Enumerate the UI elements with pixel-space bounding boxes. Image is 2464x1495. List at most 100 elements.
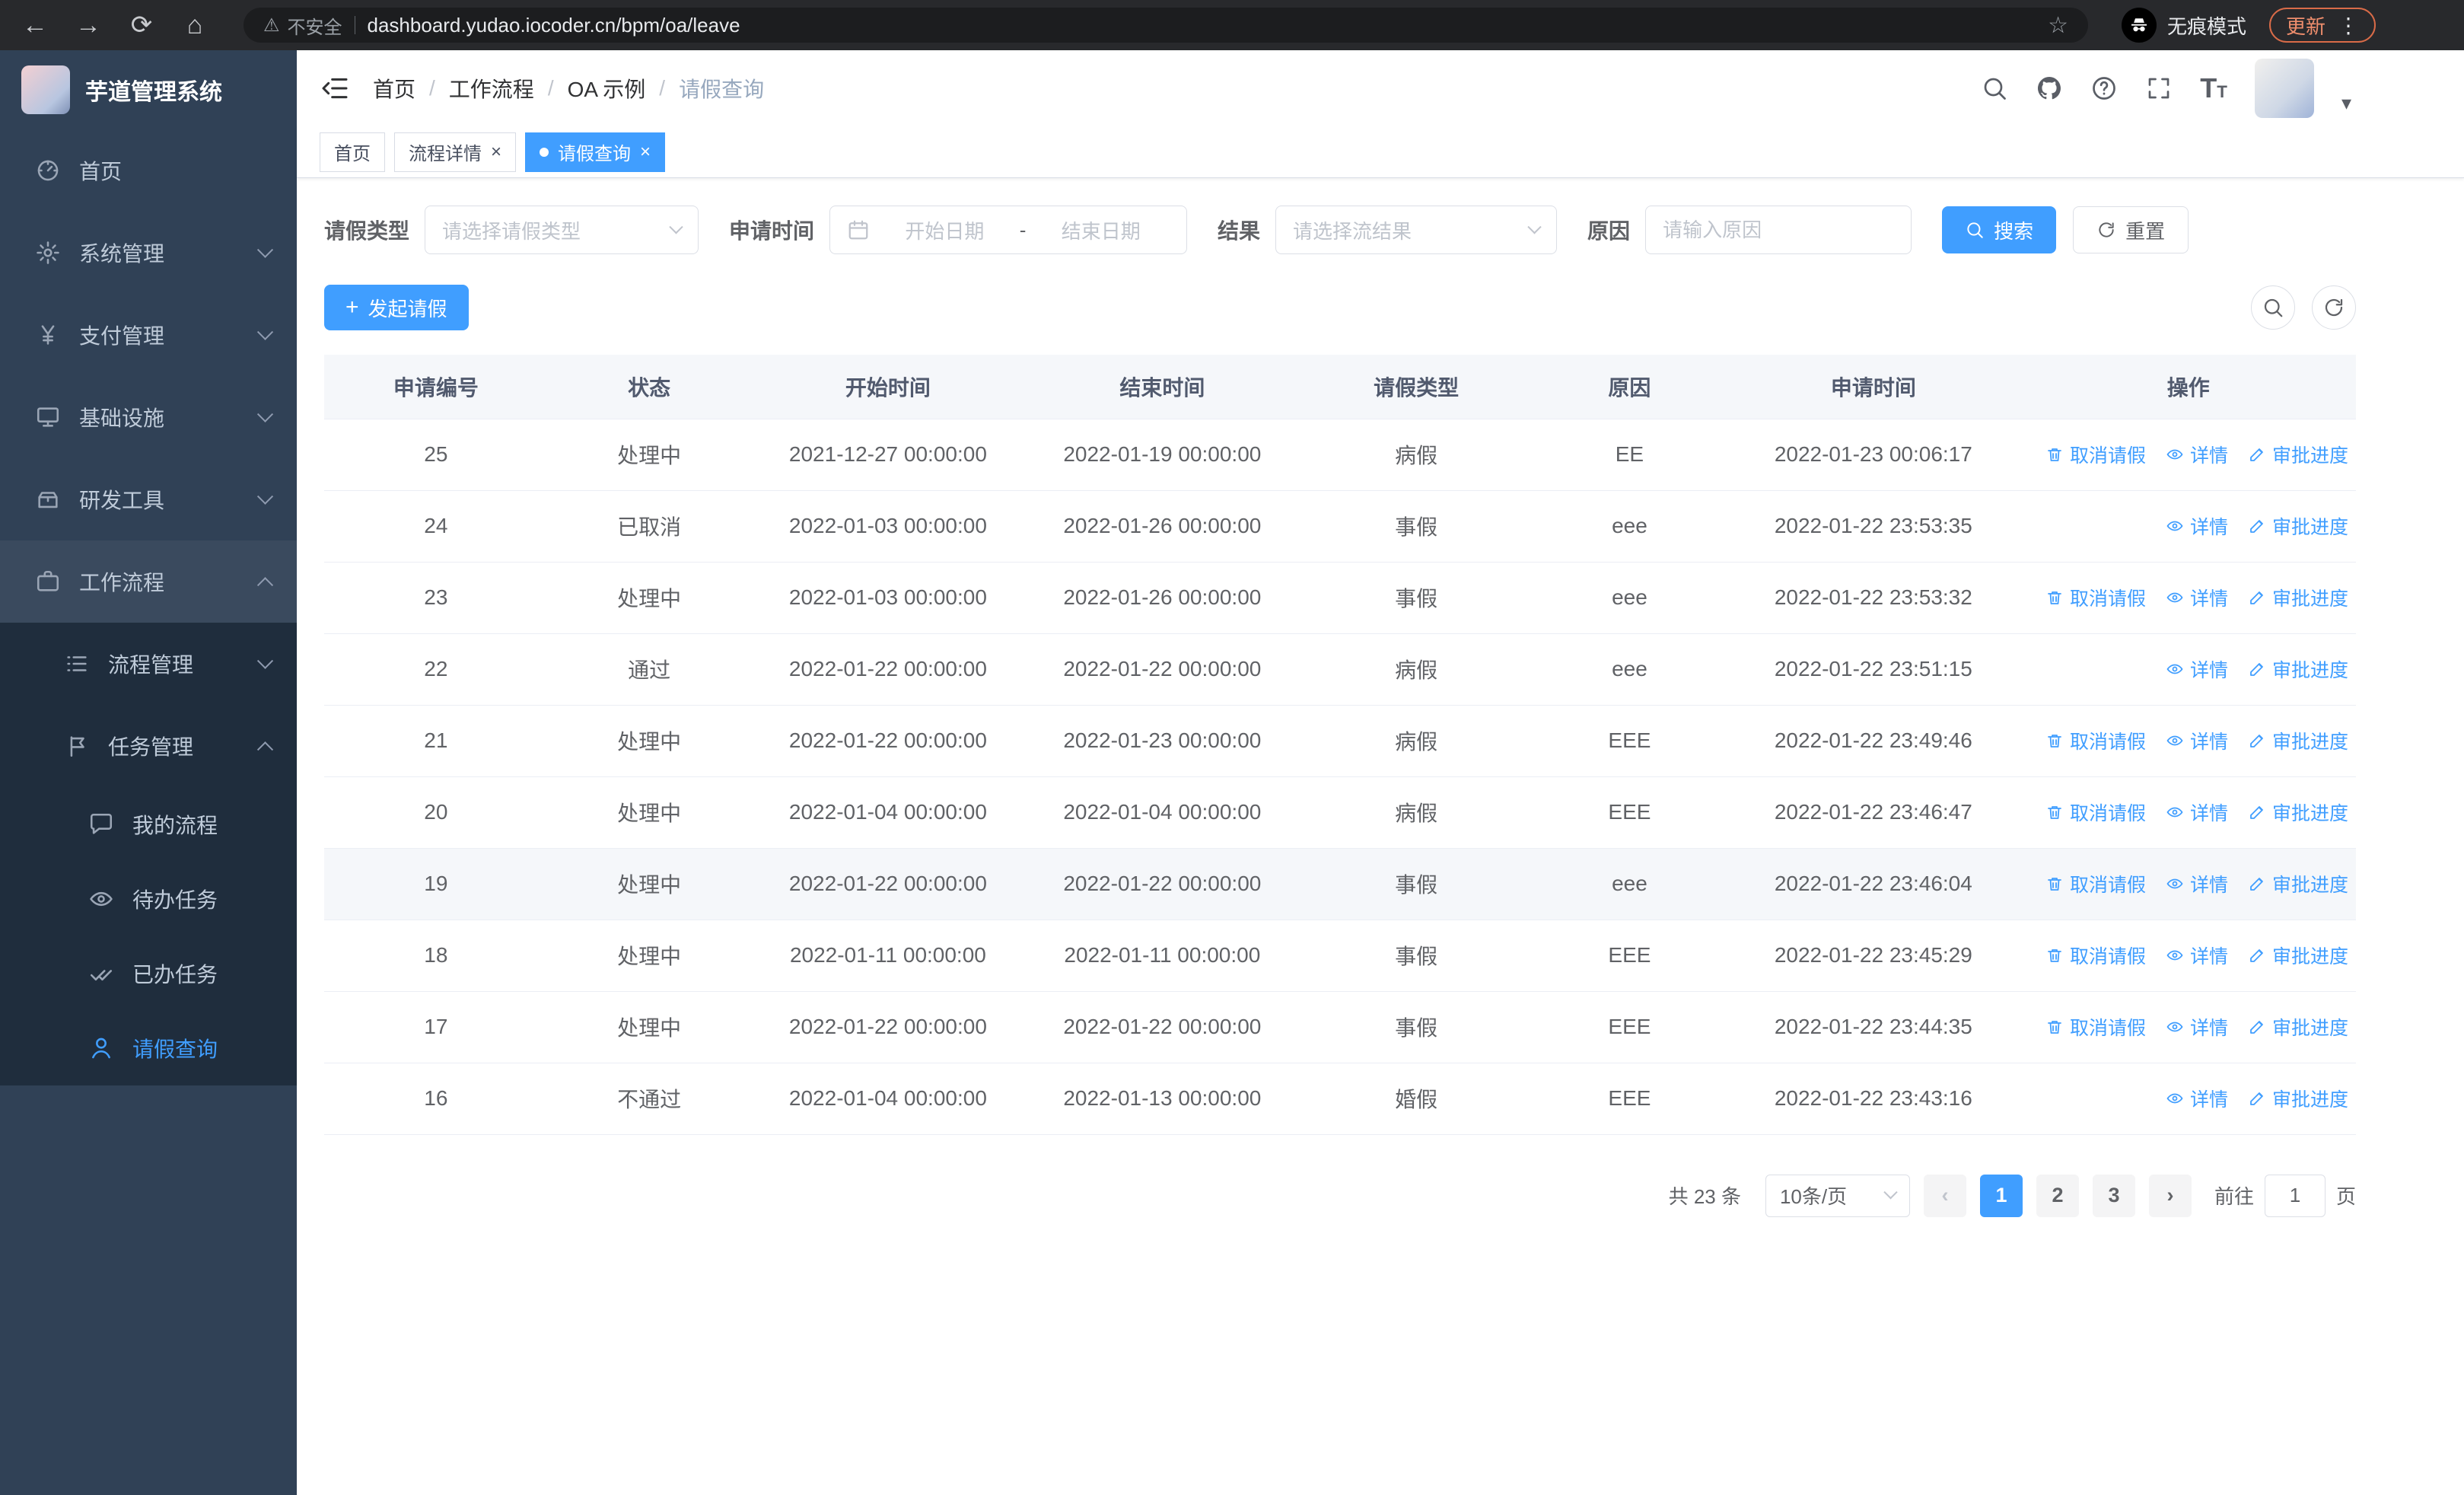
cancel-action-link[interactable]: 取消请假	[2045, 942, 2146, 969]
page-button-2[interactable]: 2	[2036, 1174, 2079, 1217]
logo[interactable]: 芋道管理系统	[0, 50, 297, 129]
tab[interactable]: 请假查询 ×	[525, 132, 666, 172]
page-button-1[interactable]: 1	[1979, 1174, 2023, 1217]
date-range-picker[interactable]: 开始日期 - 结束日期	[829, 206, 1188, 254]
action-label: 审批进度	[2271, 445, 2348, 467]
sidebar-item[interactable]: 研发工具	[0, 458, 297, 540]
sidebar-item[interactable]: 待办任务	[0, 862, 297, 936]
cell-actions: 取消请假 详情 审批进度	[2020, 776, 2356, 849]
search-icon[interactable]	[1981, 75, 2008, 102]
tab[interactable]: 流程详情 ×	[394, 132, 517, 172]
cancel-action-link[interactable]: 取消请假	[2045, 584, 2146, 611]
page-size-select[interactable]: 10条/页	[1765, 1174, 1910, 1217]
detail-action-link[interactable]: 详情	[2166, 1013, 2228, 1041]
sidebar-item[interactable]: 任务管理	[0, 705, 297, 787]
fullscreen-icon[interactable]	[2145, 75, 2173, 102]
sidebar-item[interactable]: 已办任务	[0, 936, 297, 1011]
detail-action-link[interactable]: 详情	[2166, 799, 2228, 826]
sidebar-item[interactable]: 基础设施	[0, 376, 297, 458]
sidebar-item[interactable]: 首页	[0, 129, 297, 212]
breadcrumb-item[interactable]: 工作流程	[449, 73, 534, 104]
home-icon[interactable]: ⌂	[180, 11, 210, 40]
user-avatar[interactable]	[2254, 59, 2314, 118]
cell-status: 处理中	[547, 991, 751, 1063]
bookmark-star-icon[interactable]: ☆	[2048, 12, 2068, 39]
progress-action-link[interactable]: 审批进度	[2248, 441, 2348, 468]
refresh-table-button[interactable]	[2312, 285, 2356, 330]
cell-id: 20	[324, 776, 548, 849]
sidebar-item[interactable]: 系统管理	[0, 212, 297, 294]
help-icon[interactable]	[2090, 75, 2118, 102]
menu-dots-icon[interactable]: ⋮	[2338, 13, 2359, 38]
sidebar: 芋道管理系统 首页 系统管理 支付管理 基础设施 研发工具 工作流程 流程管理 任务管理 我的流…	[0, 50, 297, 1495]
search-button[interactable]: 搜索	[1942, 206, 2057, 253]
forward-icon[interactable]: →	[73, 11, 103, 40]
security-indicator[interactable]: ⚠ 不安全	[263, 12, 342, 39]
tab[interactable]: 首页	[320, 132, 385, 172]
edit-icon	[2248, 1089, 2266, 1108]
detail-action-link[interactable]: 详情	[2166, 942, 2228, 969]
cancel-action-link[interactable]: 取消请假	[2045, 799, 2146, 826]
back-icon[interactable]: ←	[20, 11, 50, 40]
font-size-icon[interactable]: TT	[2200, 75, 2227, 102]
sidebar-item[interactable]: 支付管理	[0, 294, 297, 376]
progress-action-link[interactable]: 审批进度	[2248, 799, 2348, 826]
sidebar-item[interactable]: 请假查询	[0, 1011, 297, 1085]
detail-action-link[interactable]: 详情	[2166, 441, 2228, 468]
address-bar[interactable]: ⚠ 不安全 dashboard.yudao.iocoder.cn/bpm/oa/…	[244, 8, 2088, 43]
detail-action-link[interactable]: 详情	[2166, 655, 2228, 683]
cell-id: 22	[324, 633, 548, 706]
breadcrumb-item[interactable]: 首页	[373, 73, 415, 104]
close-icon[interactable]: ×	[491, 142, 501, 163]
page-button-3[interactable]: 3	[2092, 1174, 2135, 1217]
refresh-icon	[2096, 220, 2116, 240]
eye-icon	[2166, 445, 2184, 464]
reload-icon[interactable]: ⟳	[126, 10, 157, 40]
close-icon[interactable]: ×	[640, 142, 651, 163]
github-icon[interactable]	[2036, 75, 2063, 102]
progress-action-link[interactable]: 审批进度	[2248, 727, 2348, 754]
eye-icon	[87, 886, 116, 912]
cell-id: 24	[324, 490, 548, 563]
cell-start-time: 2022-01-11 00:00:00	[750, 920, 1026, 992]
eye-icon	[2166, 732, 2184, 750]
progress-action-link[interactable]: 审批进度	[2248, 512, 2348, 540]
reason-input[interactable]	[1645, 206, 1912, 254]
detail-action-link[interactable]: 详情	[2166, 584, 2228, 611]
detail-action-link[interactable]: 详情	[2166, 870, 2228, 897]
sidebar-item[interactable]: 流程管理	[0, 623, 297, 705]
progress-action-link[interactable]: 审批进度	[2248, 1013, 2348, 1041]
sidebar-item[interactable]: 我的流程	[0, 787, 297, 862]
progress-action-link[interactable]: 审批进度	[2248, 1085, 2348, 1112]
cancel-action-link[interactable]: 取消请假	[2045, 441, 2146, 468]
leave-type-select[interactable]: 请选择请假类型	[425, 206, 699, 254]
sidebar-item[interactable]: 工作流程	[0, 540, 297, 623]
cancel-action-link[interactable]: 取消请假	[2045, 1013, 2146, 1041]
prev-page-button[interactable]: ‹	[1923, 1174, 1966, 1217]
progress-action-link[interactable]: 审批进度	[2248, 584, 2348, 611]
progress-action-link[interactable]: 审批进度	[2248, 942, 2348, 969]
cell-actions: 详情 审批进度	[2020, 633, 2356, 706]
table-header-row: 申请编号 状态 开始时间 结束时间 请假类型 原因 申请时间 操作	[324, 355, 2356, 419]
incognito-icon	[2121, 8, 2157, 43]
collapse-sidebar-icon[interactable]	[320, 73, 350, 104]
progress-action-link[interactable]: 审批进度	[2248, 870, 2348, 897]
next-page-button[interactable]: ›	[2148, 1174, 2192, 1217]
caret-down-icon[interactable]: ▾	[2341, 91, 2351, 115]
check-icon	[87, 961, 116, 987]
page-jump-input[interactable]	[2264, 1174, 2326, 1217]
detail-action-link[interactable]: 详情	[2166, 1085, 2228, 1112]
toggle-search-button[interactable]	[2251, 285, 2295, 330]
breadcrumb-item[interactable]: OA 示例	[568, 73, 646, 104]
cell-leave-type: 事假	[1299, 562, 1533, 634]
reset-button[interactable]: 重置	[2073, 206, 2189, 253]
edit-icon	[2248, 445, 2266, 464]
result-select[interactable]: 请选择流结果	[1275, 206, 1558, 254]
cancel-action-link[interactable]: 取消请假	[2045, 727, 2146, 754]
detail-action-link[interactable]: 详情	[2166, 727, 2228, 754]
detail-action-link[interactable]: 详情	[2166, 512, 2228, 540]
cancel-action-link[interactable]: 取消请假	[2045, 870, 2146, 897]
create-leave-button[interactable]: + 发起请假	[324, 285, 469, 330]
progress-action-link[interactable]: 审批进度	[2248, 655, 2348, 683]
update-button[interactable]: 更新 ⋮	[2268, 8, 2376, 43]
